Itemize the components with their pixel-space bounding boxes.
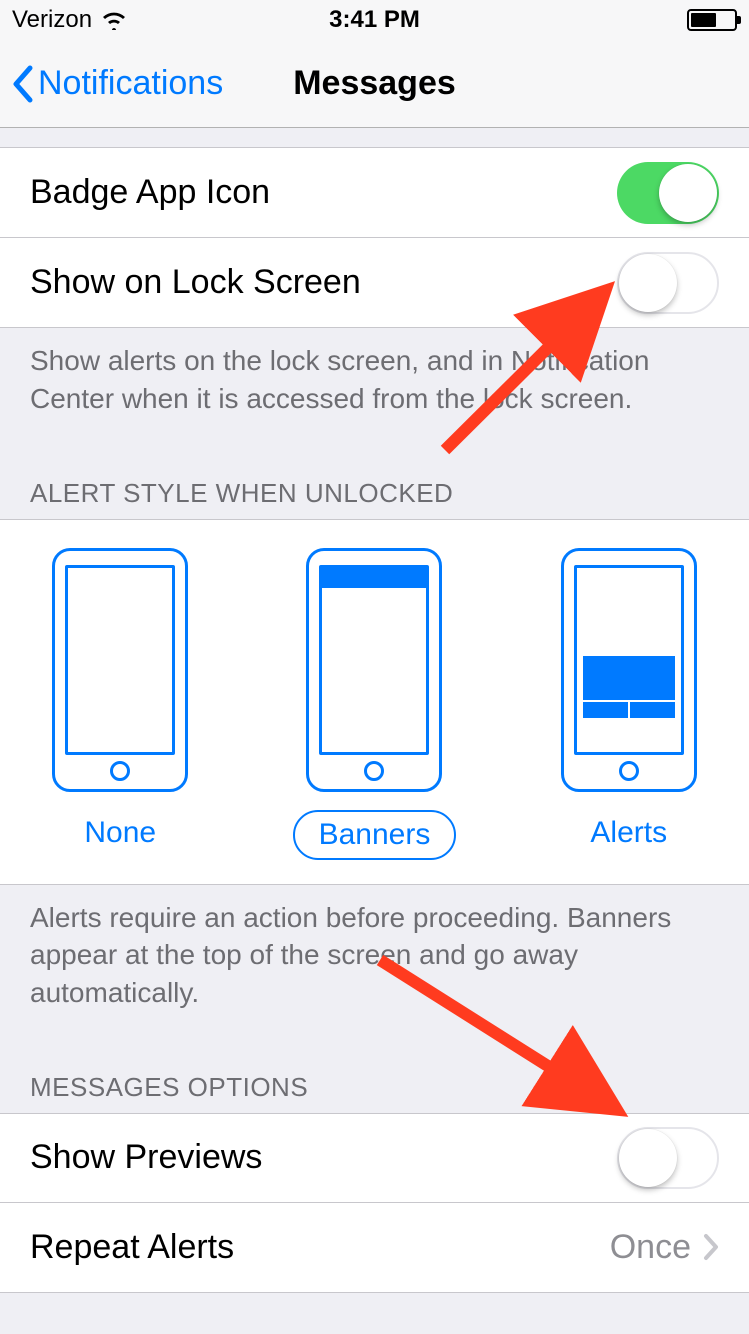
row-label: Show Previews [30,1138,262,1177]
header-alert-style: ALERT STYLE WHEN UNLOCKED [0,448,749,519]
alert-style-alerts[interactable]: Alerts [561,548,697,860]
row-badge-app-icon[interactable]: Badge App Icon [0,148,749,238]
nav-bar: Notifications Messages [0,40,749,128]
chevron-right-icon [703,1233,719,1261]
style-label-banners: Banners [293,810,457,860]
alert-style-banners[interactable]: Banners [293,548,457,860]
status-bar: Verizon 3:41 PM [0,0,749,40]
row-show-lock-screen[interactable]: Show on Lock Screen [0,238,749,328]
status-carrier-group: Verizon [12,6,128,34]
chevron-left-icon [10,64,34,104]
toggle-show-previews[interactable] [617,1127,719,1189]
footer-alerts: Alerts require an action before proceedi… [0,885,749,1042]
phone-icon-none [52,548,188,792]
row-label: Repeat Alerts [30,1228,234,1267]
alert-style-chooser: None Banners Alerts [0,519,749,885]
wifi-icon [100,10,128,30]
phone-icon-alerts [561,548,697,792]
header-messages-options: MESSAGES OPTIONS [0,1042,749,1113]
toggle-show-lock-screen[interactable] [617,252,719,314]
style-label-alerts: Alerts [566,810,691,856]
row-show-previews[interactable]: Show Previews [0,1113,749,1203]
carrier-label: Verizon [12,6,92,34]
toggle-badge-app-icon[interactable] [617,162,719,224]
scroll-sliver [0,128,749,148]
phone-icon-banners [306,548,442,792]
row-label: Badge App Icon [30,173,270,212]
footer-lock-screen: Show alerts on the lock screen, and in N… [0,328,749,448]
repeat-alerts-value: Once [610,1228,691,1267]
row-repeat-alerts[interactable]: Repeat Alerts Once [0,1203,749,1293]
back-button[interactable]: Notifications [10,64,223,104]
group-notifications: Badge App Icon Show on Lock Screen Show … [0,148,749,448]
row-value: Once [610,1228,719,1267]
group-messages-options: Show Previews Repeat Alerts Once [0,1113,749,1293]
alert-style-none[interactable]: None [52,548,188,860]
battery-icon [687,9,737,31]
back-label: Notifications [38,64,223,103]
row-label: Show on Lock Screen [30,263,361,302]
style-label-none: None [60,810,180,856]
